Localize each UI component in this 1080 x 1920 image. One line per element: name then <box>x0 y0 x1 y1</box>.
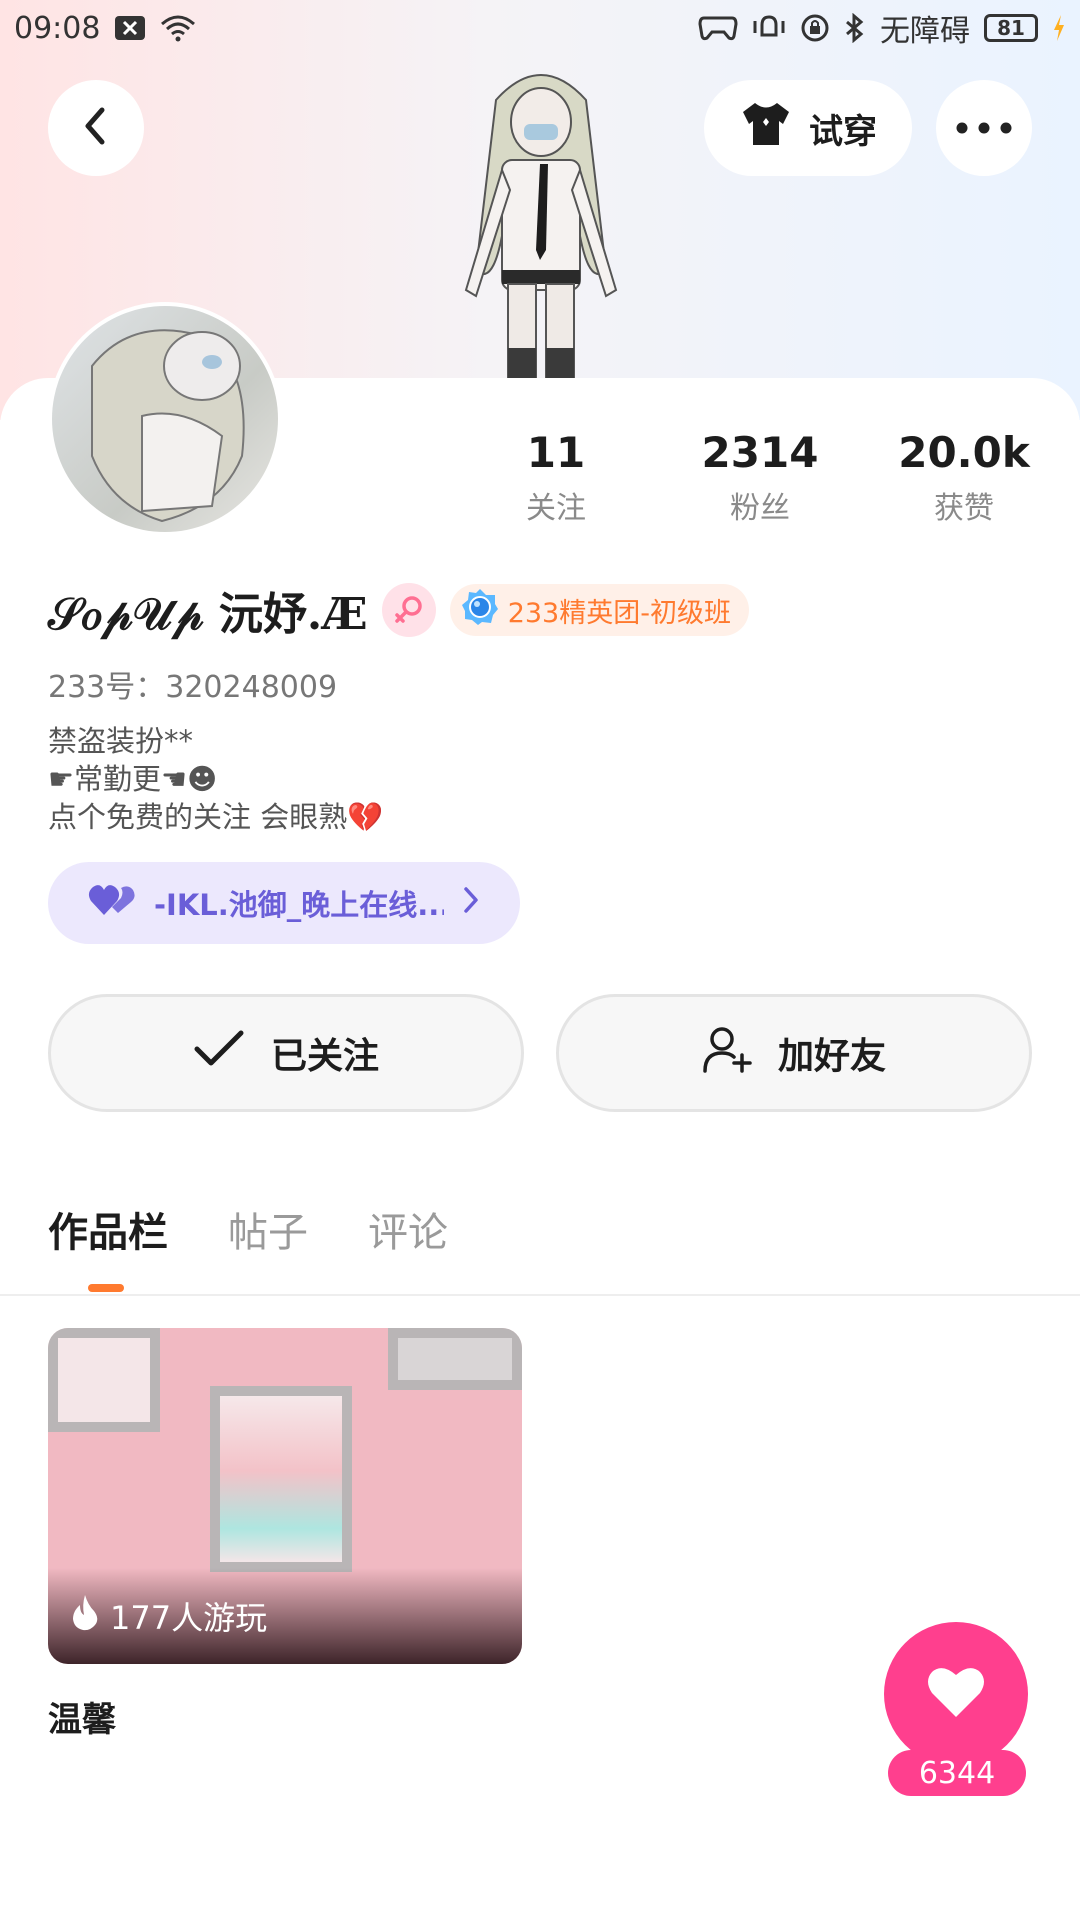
avatar-image <box>52 306 278 532</box>
relationship-status-pill[interactable]: -IKL.池御_晚上在线... <box>48 862 520 944</box>
add-friend-button[interactable]: 加好友 <box>556 994 1032 1112</box>
stat-following-label: 关注 <box>526 491 586 526</box>
work-title[interactable]: 温馨 <box>48 1692 116 1741</box>
club-badge[interactable]: 233精英团-初级班 <box>449 584 749 636</box>
battery-icon: 81 <box>984 14 1038 42</box>
profile-tabs: 作品栏 帖子 评论 <box>48 1200 448 1258</box>
bio-line: 点个免费的关注 会眼熟💔 <box>48 800 384 834</box>
back-button[interactable] <box>48 80 144 176</box>
tab-comments[interactable]: 评论 <box>368 1200 448 1258</box>
card-poster-image <box>48 1328 160 1432</box>
status-bar: 09:08 无障碍 81 <box>0 0 1080 56</box>
lock-rotation-icon <box>800 13 830 43</box>
tab-works[interactable]: 作品栏 <box>48 1200 168 1258</box>
followed-button[interactable]: 已关注 <box>48 994 524 1112</box>
tabs-divider <box>0 1294 1080 1296</box>
tryon-label: 试穿 <box>809 111 877 152</box>
wifi-icon <box>160 14 196 42</box>
check-icon <box>193 1029 245 1078</box>
relationship-status-text: -IKL.池御_晚上在线... <box>154 888 444 922</box>
gamepad-icon <box>698 14 738 42</box>
work-card[interactable]: 177人游玩 <box>48 1328 522 1664</box>
accessibility-label: 无障碍 <box>880 14 970 49</box>
stat-following[interactable]: 11 关注 <box>466 428 646 527</box>
bio-line: 禁盗装扮** <box>48 724 194 758</box>
add-user-icon <box>702 1025 752 1082</box>
followed-label: 已关注 <box>270 1036 379 1077</box>
bluetooth-icon <box>844 13 866 43</box>
stat-likes-label: 获赞 <box>934 491 994 526</box>
avatar-character-preview <box>436 60 646 379</box>
shirt-icon <box>739 100 793 157</box>
double-heart-icon <box>88 883 136 924</box>
card-poster-image <box>210 1386 352 1572</box>
female-gender-icon <box>381 583 436 637</box>
stat-fans-value: 2314 <box>701 428 819 477</box>
user-id: 233号：320248009 <box>48 670 338 705</box>
heart-icon <box>926 1665 986 1723</box>
more-button[interactable] <box>936 80 1032 176</box>
more-dots-icon <box>956 119 1012 138</box>
play-count: 177人游玩 <box>110 1599 268 1637</box>
stat-fans-label: 粉丝 <box>730 491 790 526</box>
card-poster-image <box>388 1328 522 1390</box>
status-time: 09:08 <box>14 10 101 46</box>
tryon-button[interactable]: 试穿 <box>704 80 912 176</box>
profile-name-row: 𝒮𝑜𝓅𝒰𝓅 沅妤.Æ 233精英团-初级班 <box>48 578 749 642</box>
like-count: 6344 <box>888 1750 1026 1796</box>
card-overlay: 177人游玩 <box>48 1568 522 1664</box>
charging-icon <box>1052 14 1066 42</box>
chevron-right-icon <box>462 885 480 922</box>
stat-fans[interactable]: 2314 粉丝 <box>670 428 850 527</box>
profile-name: 𝒮𝑜𝓅𝒰𝓅 沅妤.Æ <box>48 589 368 640</box>
avatar[interactable] <box>48 302 282 536</box>
like-button[interactable] <box>884 1622 1028 1766</box>
flame-icon <box>70 1593 100 1639</box>
stat-likes-value: 20.0k <box>898 428 1030 477</box>
club-gem-icon <box>460 587 500 634</box>
stat-following-value: 11 <box>526 428 586 477</box>
bio-line: ☛常勤更☚☻ <box>48 762 218 796</box>
add-friend-label: 加好友 <box>777 1036 886 1077</box>
tab-posts[interactable]: 帖子 <box>228 1200 308 1258</box>
chevron-left-icon <box>80 106 112 150</box>
notification-close-icon <box>114 15 146 41</box>
stat-likes[interactable]: 20.0k 获赞 <box>874 428 1054 527</box>
bio: 禁盗装扮** ☛常勤更☚☻ 点个免费的关注 会眼熟💔 <box>48 722 383 836</box>
vibrate-icon <box>752 13 786 43</box>
club-badge-label: 233精英团-初级班 <box>507 597 731 629</box>
active-tab-indicator <box>88 1284 124 1292</box>
